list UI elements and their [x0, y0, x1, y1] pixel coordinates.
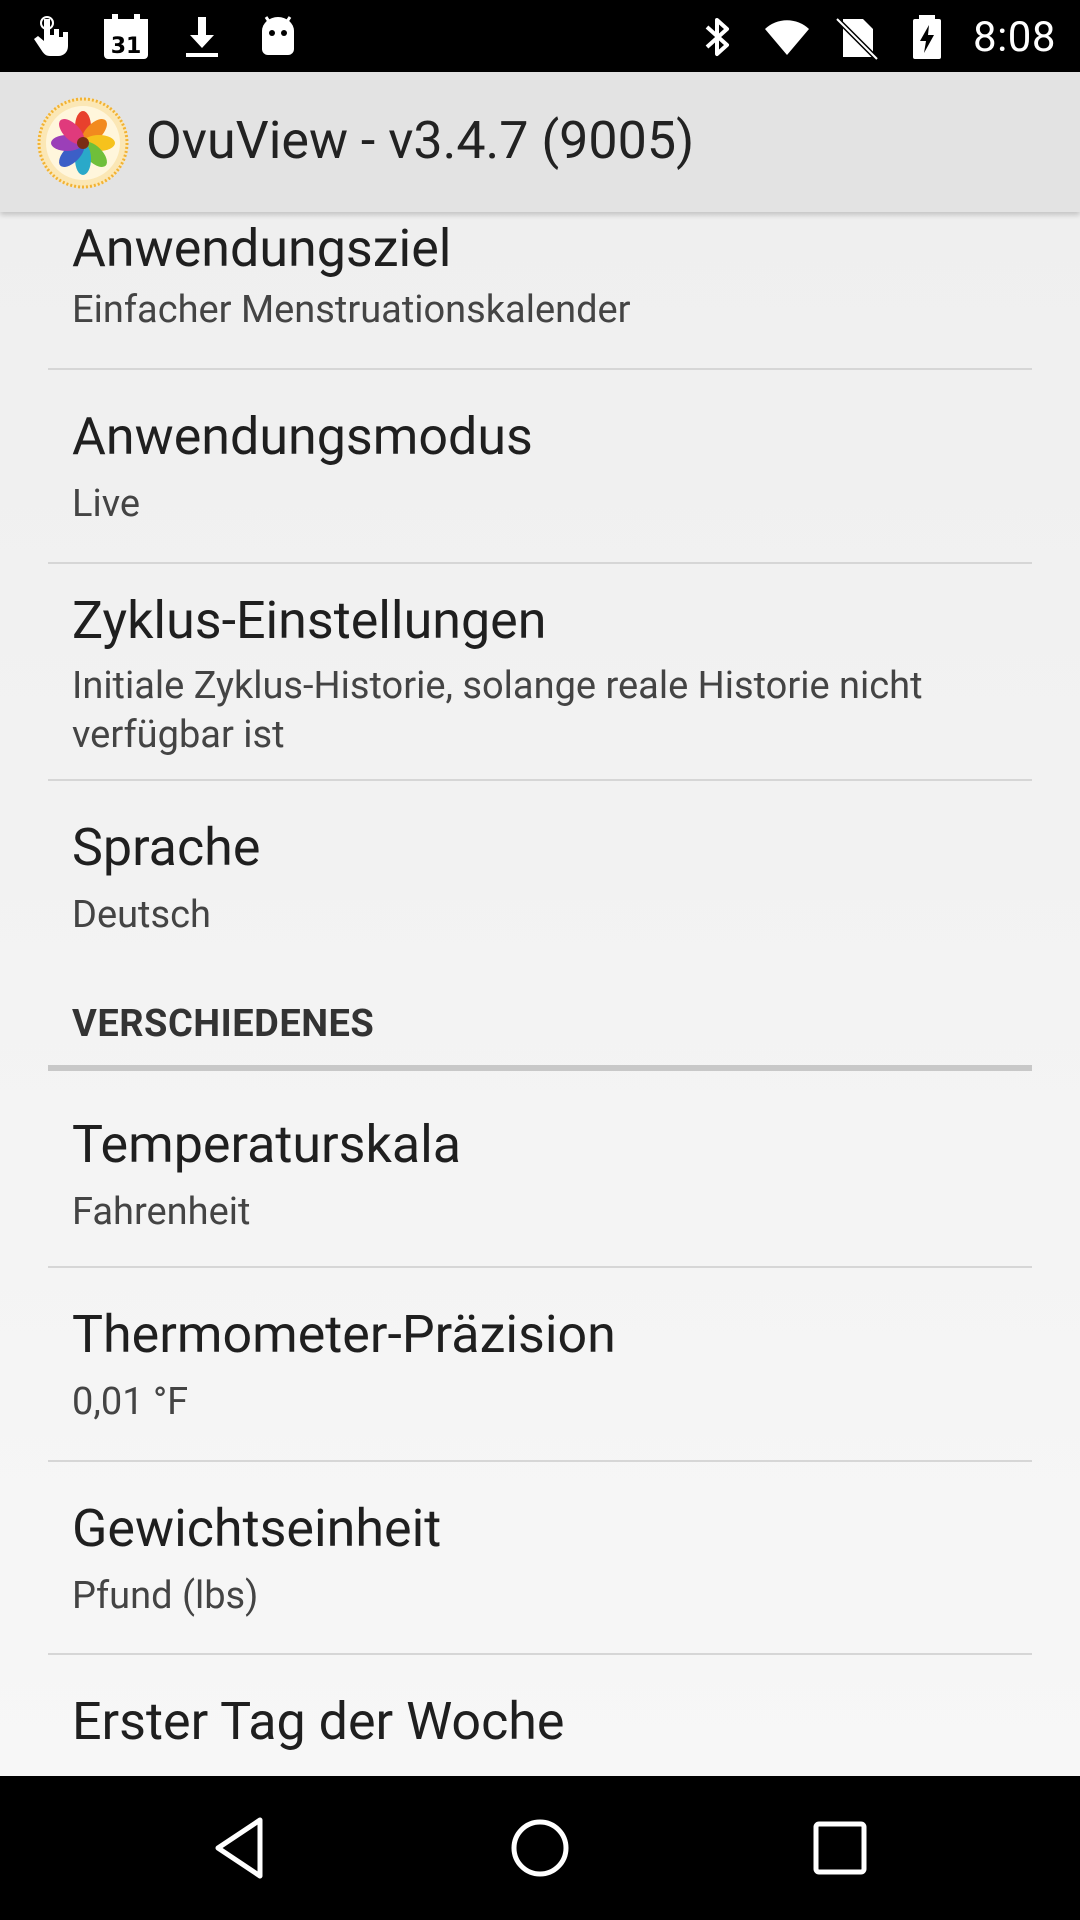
section-divider: [48, 1065, 1032, 1071]
pref-title: Thermometer-Präzision: [72, 1304, 616, 1365]
pref-summary: Einfacher Menstruationskalender: [72, 288, 631, 332]
touch-icon: [26, 13, 74, 61]
status-time: 8:08: [973, 12, 1056, 62]
home-icon[interactable]: [504, 1812, 576, 1884]
pref-title: Gewichtseinheit: [72, 1498, 442, 1559]
calendar-day: 31: [111, 34, 142, 59]
pref-summary: Live: [72, 482, 141, 526]
pref-summary: Deutsch: [72, 893, 211, 937]
battery-charging-icon: [903, 13, 951, 61]
pref-title: Sprache: [72, 817, 261, 878]
download-icon: [178, 13, 226, 61]
ovuview-flower-icon: [36, 96, 130, 190]
back-icon[interactable]: [204, 1812, 276, 1884]
pref-anwendungsmodus[interactable]: Anwendungsmodus Live: [0, 370, 1080, 563]
pref-title: Zyklus-Einstellungen: [72, 590, 547, 651]
app-title: OvuView - v3.4.7 (9005): [146, 110, 695, 171]
pref-gewichtseinheit[interactable]: Gewichtseinheit Pfund (lbs): [0, 1462, 1080, 1654]
android-icon: [254, 13, 302, 61]
no-sim-icon: [833, 13, 881, 61]
bluetooth-icon: [693, 13, 741, 61]
recents-icon[interactable]: [804, 1812, 876, 1884]
pref-title: Erster Tag der Woche: [72, 1691, 565, 1752]
pref-title: Anwendungsziel: [72, 218, 452, 279]
pref-summary: Initiale Zyklus-Historie, solange reale …: [72, 664, 923, 757]
navigation-bar: [0, 1776, 1080, 1920]
pref-title: Temperaturskala: [72, 1114, 462, 1175]
pref-summary: Fahrenheit: [72, 1190, 251, 1234]
pref-sprache[interactable]: Sprache Deutsch: [0, 781, 1080, 981]
pref-title: Anwendungsmodus: [72, 406, 533, 467]
app-bar: OvuView - v3.4.7 (9005): [0, 72, 1080, 212]
wifi-icon: [763, 13, 811, 61]
status-bar: 31 8:08: [0, 0, 1080, 72]
settings-list[interactable]: Anwendungsziel Einfacher Menstruationska…: [0, 212, 1080, 1776]
pref-zyklus-einstellungen[interactable]: Zyklus-Einstellungen Initiale Zyklus-His…: [0, 564, 1080, 780]
pref-summary: Pfund (lbs): [72, 1574, 259, 1618]
calendar-icon: 31: [102, 13, 150, 61]
pref-anwendungsziel[interactable]: Anwendungsziel Einfacher Menstruationska…: [0, 212, 1080, 370]
pref-summary: 0,01 °F: [72, 1380, 189, 1424]
pref-thermometer-praezision[interactable]: Thermometer-Präzision 0,01 °F: [0, 1268, 1080, 1460]
pref-erster-tag-der-woche[interactable]: Erster Tag der Woche: [0, 1655, 1080, 1776]
section-header-verschiedenes: VERSCHIEDENES: [72, 1002, 375, 1046]
pref-temperaturskala[interactable]: Temperaturskala Fahrenheit: [0, 1072, 1080, 1278]
